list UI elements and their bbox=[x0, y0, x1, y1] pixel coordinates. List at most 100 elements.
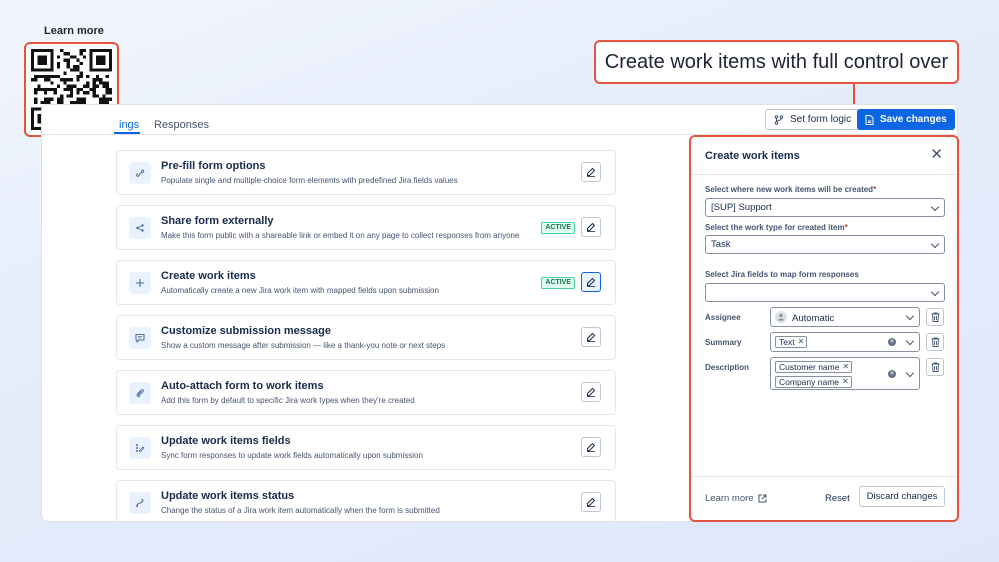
description-select[interactable]: Customer name ✕ Company name ✕ ✕ bbox=[770, 357, 920, 390]
chevron-down-icon bbox=[930, 239, 940, 248]
clear-icon[interactable]: ✕ bbox=[888, 338, 896, 346]
document-icon bbox=[865, 114, 874, 125]
summary-tag: Text ✕ bbox=[775, 336, 808, 348]
description-tag-label: Company name bbox=[779, 377, 840, 387]
work-type-field-label: Select the work type for created item* bbox=[705, 223, 848, 232]
summary-select[interactable]: Text ✕ ✕ bbox=[770, 332, 920, 352]
panel-title: Create work items bbox=[705, 150, 800, 162]
summary-tag-label: Text bbox=[779, 337, 795, 347]
edit-button[interactable] bbox=[581, 437, 601, 457]
feature-description: Automatically create a new Jira work ite… bbox=[161, 286, 439, 295]
tab-settings[interactable]: ings bbox=[119, 119, 139, 131]
feature-description: Add this form by default to specific Jir… bbox=[161, 396, 415, 405]
feature-description: Make this form public with a shareable l… bbox=[161, 231, 520, 240]
chevron-down-icon bbox=[905, 336, 915, 346]
learn-more-link[interactable]: Learn more bbox=[705, 493, 767, 504]
feature-description: Populate single and multiple-choice form… bbox=[161, 176, 458, 185]
create-work-items-panel: Create work items ✕ Select where new wor… bbox=[689, 135, 959, 522]
feature-row[interactable]: Auto-attach form to work items Add this f… bbox=[116, 370, 616, 415]
panel-header: Create work items ✕ bbox=[691, 137, 957, 175]
description-label: Description bbox=[705, 363, 750, 372]
assignee-label: Assignee bbox=[705, 313, 741, 322]
delete-summary-button[interactable] bbox=[926, 333, 944, 351]
trash-icon bbox=[931, 337, 939, 347]
description-tag: Customer name ✕ bbox=[775, 361, 853, 373]
feature-title: Share form externally bbox=[161, 215, 274, 227]
feature-row[interactable]: Update work items status Change the statu… bbox=[116, 480, 616, 521]
active-tab-indicator bbox=[114, 132, 140, 134]
feature-row[interactable]: Share form externally Make this form publ… bbox=[116, 205, 616, 250]
edit-icon bbox=[587, 277, 596, 287]
work-type-label-text: Select the work type for created item bbox=[705, 223, 845, 232]
edit-icon bbox=[587, 332, 596, 342]
remove-tag-icon[interactable]: ✕ bbox=[842, 377, 849, 387]
attachment-icon bbox=[129, 382, 151, 404]
message-icon bbox=[129, 327, 151, 349]
callout-banner: Create work items with full control over bbox=[594, 40, 959, 84]
jira-fields-label: Select Jira fields to map form responses bbox=[705, 270, 859, 279]
edit-icon bbox=[587, 167, 596, 177]
chevron-down-icon bbox=[930, 202, 940, 211]
trash-icon bbox=[931, 312, 939, 322]
work-type-select[interactable]: Task bbox=[705, 235, 945, 254]
edit-icon bbox=[587, 497, 596, 507]
feature-title: Create work items bbox=[161, 270, 256, 282]
set-form-logic-button[interactable]: Set form logic bbox=[765, 109, 861, 130]
edit-icon bbox=[587, 387, 596, 397]
tab-responses[interactable]: Responses bbox=[154, 119, 209, 131]
work-type-select-value: Task bbox=[711, 239, 731, 250]
required-marker: * bbox=[844, 223, 848, 232]
feature-title: Pre-fill form options bbox=[161, 160, 266, 172]
remove-tag-icon[interactable]: ✕ bbox=[798, 337, 805, 347]
jira-fields-select[interactable] bbox=[705, 283, 945, 302]
callout-text: Create work items with full control over bbox=[604, 50, 949, 73]
summary-label: Summary bbox=[705, 338, 742, 347]
delete-description-button[interactable] bbox=[926, 358, 944, 376]
description-tag: Company name ✕ bbox=[775, 376, 852, 388]
save-changes-button[interactable]: Save changes bbox=[857, 109, 955, 130]
discard-changes-button[interactable]: Discard changes bbox=[859, 486, 945, 507]
edit-button[interactable] bbox=[581, 272, 601, 292]
edit-button[interactable] bbox=[581, 492, 601, 512]
close-icon[interactable]: ✕ bbox=[930, 147, 943, 162]
qr-caption: Learn more bbox=[44, 25, 104, 37]
panel-footer: Learn more Reset Discard changes bbox=[691, 476, 957, 520]
delete-assignee-button[interactable] bbox=[926, 308, 944, 326]
feature-row[interactable]: Customize submission message Show a custo… bbox=[116, 315, 616, 360]
set-form-logic-label: Set form logic bbox=[790, 114, 852, 125]
edit-icon bbox=[587, 222, 596, 232]
edit-button[interactable] bbox=[581, 382, 601, 402]
edit-button[interactable] bbox=[581, 162, 601, 182]
active-badge: ACTIVE bbox=[541, 277, 575, 289]
edit-button[interactable] bbox=[581, 217, 601, 237]
feature-title: Update work items fields bbox=[161, 435, 291, 447]
link-icon bbox=[129, 162, 151, 184]
trash-icon bbox=[931, 362, 939, 372]
reset-button[interactable]: Reset bbox=[825, 493, 850, 504]
assignee-select[interactable]: Automatic bbox=[770, 307, 920, 327]
feature-description: Sync form responses to update work field… bbox=[161, 451, 423, 460]
remove-tag-icon[interactable]: ✕ bbox=[842, 362, 849, 372]
active-badge: ACTIVE bbox=[541, 222, 575, 234]
chevron-down-icon bbox=[905, 311, 915, 321]
avatar-icon bbox=[775, 311, 787, 323]
project-label-text: Select where new work items will be crea… bbox=[705, 185, 874, 194]
feature-row[interactable]: Update work items fields Sync form respon… bbox=[116, 425, 616, 470]
description-tag-label: Customer name bbox=[779, 362, 840, 372]
feature-row[interactable]: Pre-fill form options Populate single and… bbox=[116, 150, 616, 195]
assignee-value: Automatic bbox=[792, 313, 835, 324]
fields-edit-icon bbox=[129, 437, 151, 459]
feature-row[interactable]: Create work items Automatically create a … bbox=[116, 260, 616, 305]
status-transition-icon bbox=[129, 492, 151, 514]
feature-description: Change the status of a Jira work item au… bbox=[161, 506, 440, 515]
feature-description: Show a custom message after submission —… bbox=[161, 341, 446, 350]
project-select[interactable]: [SUP] Support bbox=[705, 198, 945, 217]
learn-more-label: Learn more bbox=[705, 493, 754, 504]
clear-icon[interactable]: ✕ bbox=[888, 370, 896, 378]
project-select-value: [SUP] Support bbox=[711, 202, 772, 213]
edit-button[interactable] bbox=[581, 327, 601, 347]
tab-bar: ings Responses Set form logic Save chang… bbox=[42, 105, 957, 135]
chevron-down-icon bbox=[905, 368, 915, 377]
external-link-icon bbox=[758, 494, 767, 503]
branch-icon bbox=[774, 114, 784, 125]
